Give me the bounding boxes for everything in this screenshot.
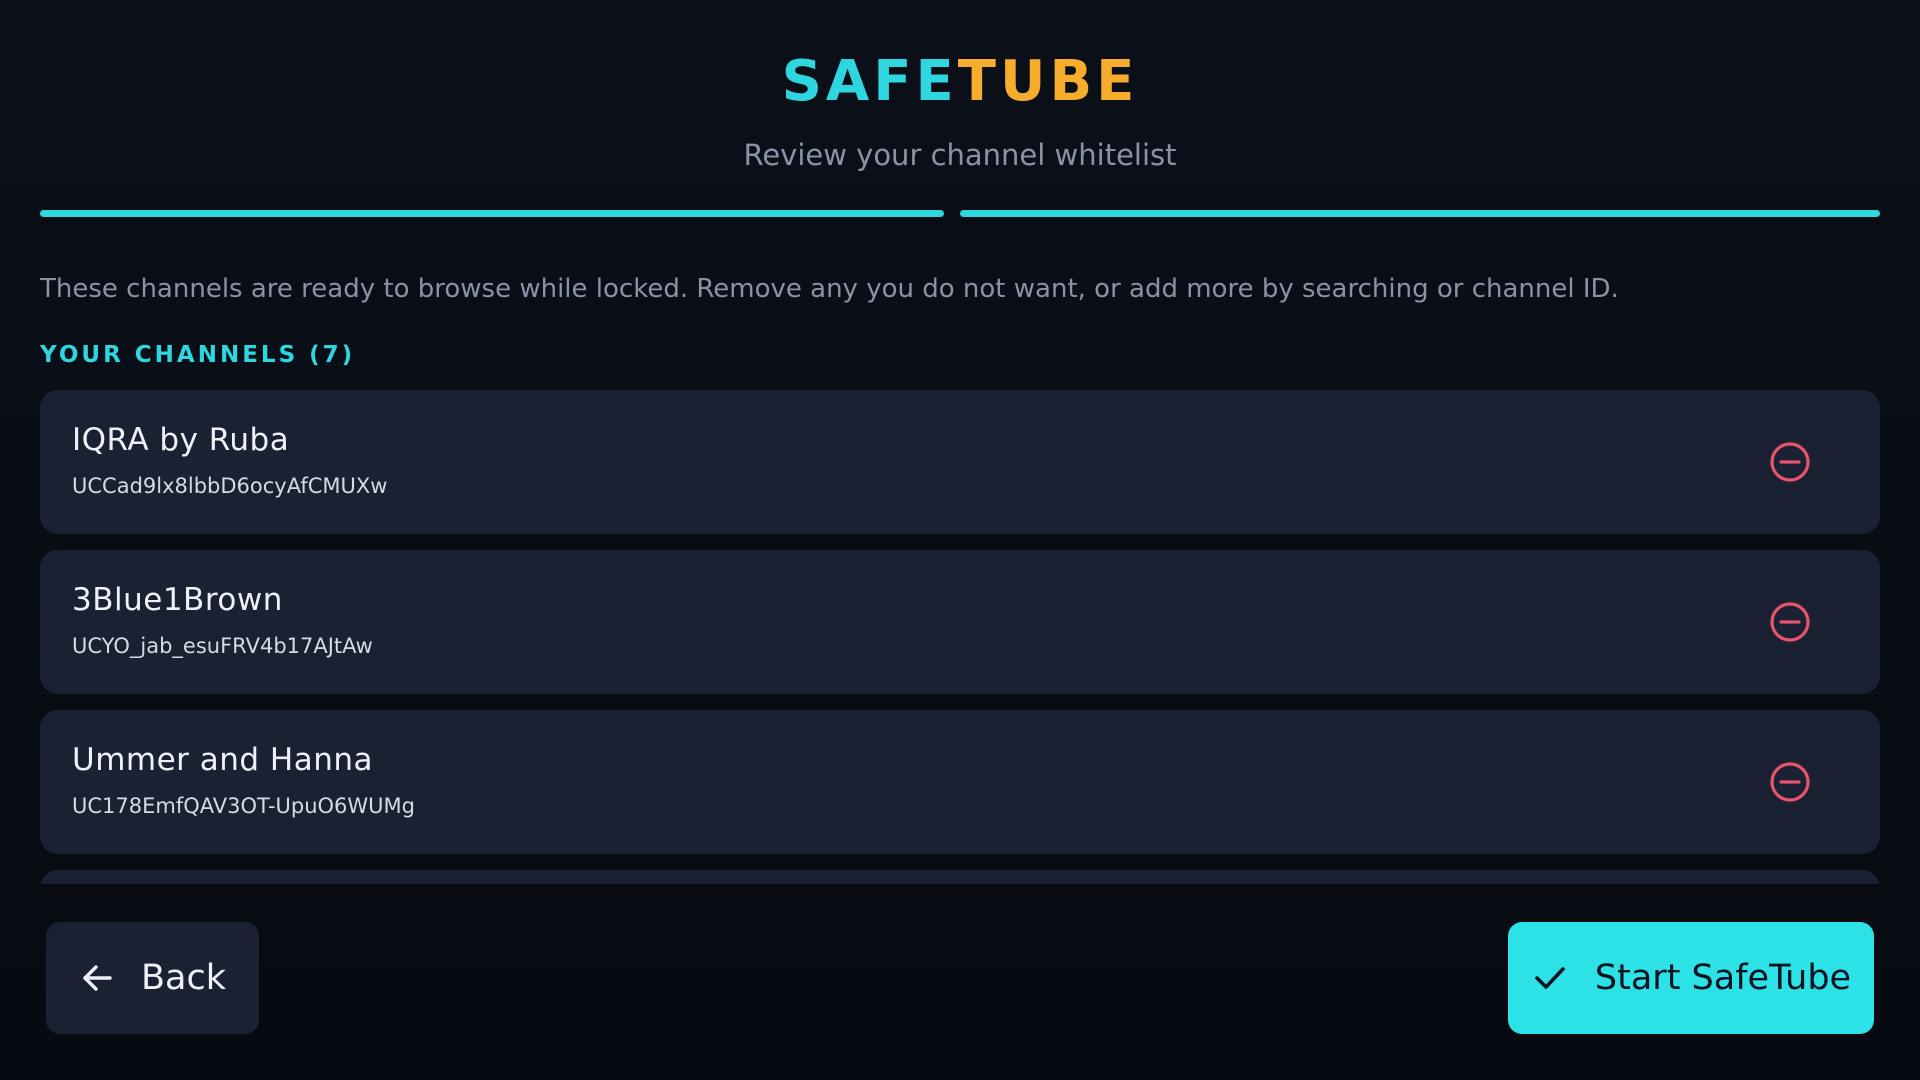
channel-card-partial — [40, 870, 1880, 884]
remove-channel-button[interactable] — [1768, 600, 1812, 644]
progress-step-1 — [40, 210, 944, 217]
logo-safe: SAFE — [781, 49, 958, 114]
arrow-left-icon — [83, 965, 112, 991]
back-button[interactable]: Back — [46, 922, 259, 1034]
channel-list[interactable]: IQRA by Ruba UCCad9lx8lbbD6ocyAfCMUXw 3B… — [40, 390, 1880, 884]
step-progress — [40, 210, 1880, 218]
channel-id: UCYO_jab_esuFRV4b17AJtAw — [72, 634, 373, 658]
section-label-your-channels: Your Channels (7) — [40, 342, 356, 368]
logo-tube: TUBE — [957, 49, 1139, 114]
minus-circle-icon — [1770, 442, 1810, 482]
channel-name: 3Blue1Brown — [72, 582, 283, 618]
minus-circle-icon — [1770, 762, 1810, 802]
page-description: These channels are ready to browse while… — [40, 274, 1619, 304]
footer-bar: Back Start SafeTube — [0, 884, 1920, 1080]
channel-id: UCCad9lx8lbbD6ocyAfCMUXw — [72, 474, 388, 498]
channel-name: Ummer and Hanna — [72, 742, 374, 778]
check-icon — [1535, 967, 1565, 989]
channel-card: IQRA by Ruba UCCad9lx8lbbD6ocyAfCMUXw — [40, 390, 1880, 534]
start-button-label: Start SafeTube — [1594, 958, 1852, 998]
channel-card: 3Blue1Brown UCYO_jab_esuFRV4b17AJtAw — [40, 550, 1880, 694]
app-logo: SAFETUBE — [0, 48, 1920, 116]
page-subtitle: Review your channel whitelist — [743, 138, 1177, 172]
channel-card: Ummer and Hanna UC178EmfQAV3OT-UpuO6WUMg — [40, 710, 1880, 854]
start-safetube-button[interactable]: Start SafeTube — [1508, 922, 1874, 1034]
channel-id: UC178EmfQAV3OT-UpuO6WUMg — [72, 794, 416, 818]
minus-circle-icon — [1770, 602, 1810, 642]
back-button-label: Back — [141, 958, 226, 998]
remove-channel-button[interactable] — [1768, 760, 1812, 804]
channel-name: IQRA by Ruba — [72, 422, 290, 458]
remove-channel-button[interactable] — [1768, 440, 1812, 484]
progress-step-2 — [960, 210, 1880, 217]
app-root: SAFETUBE Review your channel whitelist T… — [0, 0, 1920, 1080]
